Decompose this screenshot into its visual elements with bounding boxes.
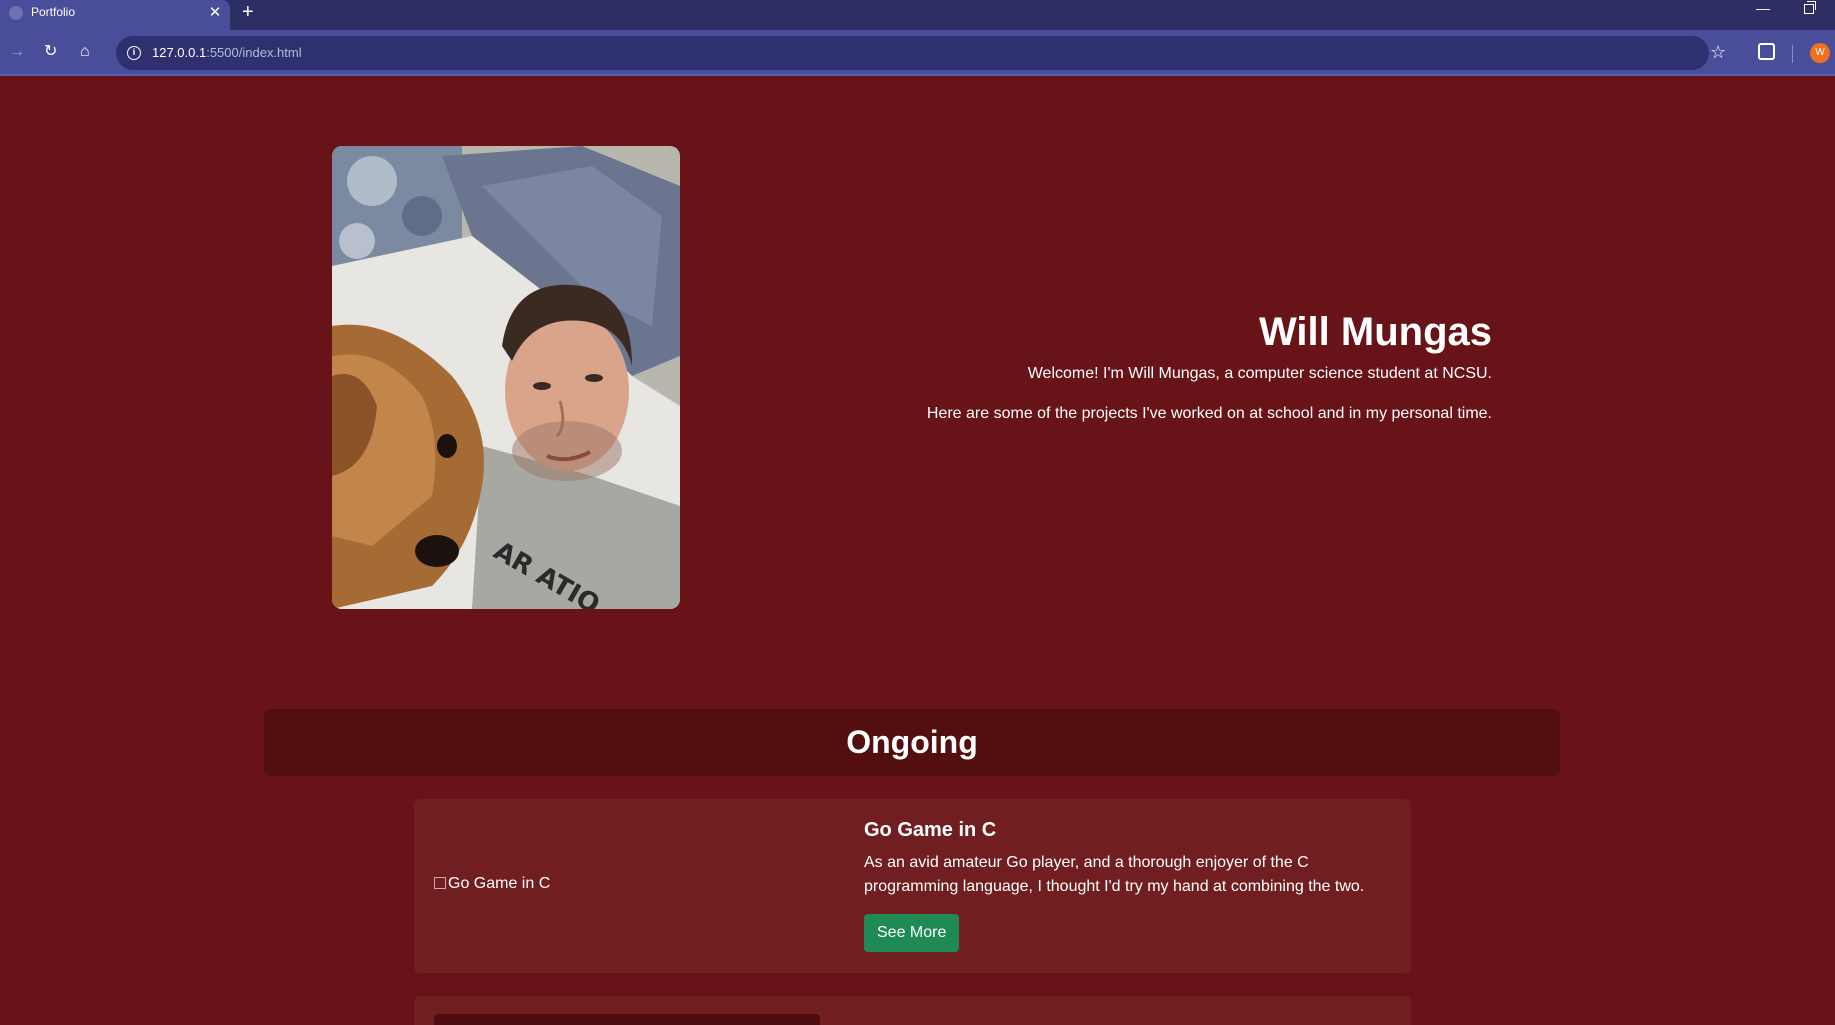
project-image: Go Game in C (434, 875, 550, 893)
hero-intro: Welcome! I'm Will Mungas, a computer sci… (1027, 365, 1492, 382)
page-content: AR ATIO Will Mungas Welcome! I'm Will Mu… (0, 78, 1835, 1025)
url-path: :5500/index.html (206, 45, 302, 60)
section-title: Ongoing (846, 724, 978, 760)
hero-name: Will Mungas (1259, 310, 1492, 354)
browser-toolbar: → ↻ ⌂ i 127.0.0.1:5500/index.html ☆ W (0, 30, 1835, 76)
see-more-button[interactable]: See More (864, 914, 960, 952)
info-icon[interactable]: i (127, 46, 141, 60)
forward-icon[interactable]: → (9, 44, 25, 60)
project-card (414, 996, 1411, 1025)
broken-image-icon (434, 877, 446, 889)
url-text[interactable]: 127.0.0.1:5500/index.html (152, 45, 302, 60)
tab-title: Portfolio (31, 5, 76, 19)
profile-photo: AR ATIO (332, 146, 680, 609)
hero-subtitle: Here are some of the projects I've worke… (926, 405, 1492, 422)
project-card: Go Game in C Go Game in C As an avid ama… (414, 799, 1411, 973)
new-tab-icon[interactable]: + (242, 1, 254, 24)
url-host: 127.0.0.1 (152, 45, 207, 60)
tab-strip: Portfolio ✕ + — (0, 0, 1835, 30)
photo-illustration: AR ATIO (332, 146, 680, 609)
project-image (434, 1014, 820, 1025)
address-bar[interactable]: i 127.0.0.1:5500/index.html ☆ (116, 36, 1726, 70)
reload-icon[interactable]: ↻ (44, 44, 57, 60)
hero-text: Will Mungas Welcome! I'm Will Mungas, a … (860, 308, 1492, 424)
extensions-icon[interactable] (1758, 43, 1775, 60)
section-header-ongoing: Ongoing (264, 709, 1560, 776)
toolbar-divider (1792, 45, 1793, 63)
close-icon[interactable]: ✕ (207, 3, 223, 21)
tab-portfolio[interactable]: Portfolio ✕ (0, 0, 230, 30)
bookmark-star-icon[interactable]: ☆ (1710, 42, 1726, 63)
globe-icon (9, 6, 23, 20)
home-icon[interactable]: ⌂ (80, 44, 90, 60)
project-description: As an avid amateur Go player, and a thor… (864, 854, 1365, 895)
profile-avatar[interactable]: W (1810, 43, 1830, 63)
project-title: Go Game in C (864, 819, 997, 841)
restore-icon[interactable] (1804, 1, 1816, 14)
minimize-icon[interactable]: — (1756, 0, 1770, 16)
project-image-alt: Go Game in C (448, 875, 551, 892)
